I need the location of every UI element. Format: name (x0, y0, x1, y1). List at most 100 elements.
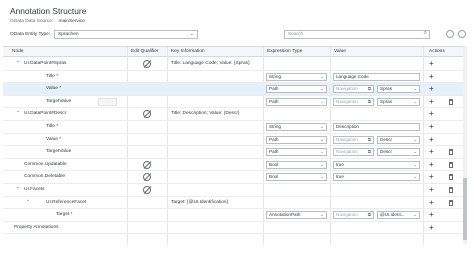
navigation-input[interactable]: Navigation ⧉ (333, 85, 374, 94)
expression-type-value: Path (269, 136, 279, 142)
navigation-input[interactable]: Navigation ⧉ (333, 148, 374, 157)
add-icon[interactable]: + (429, 198, 434, 207)
expression-type-select[interactable]: Path ⌄ (266, 97, 327, 106)
entity-type-label: OData Entity Type: (10, 32, 51, 37)
link-icon[interactable]: ⧉ (368, 99, 371, 105)
table-row[interactable]: ⌄ UI.DataPoint#Spras Title: Language Code;… (3, 58, 463, 71)
expression-type-select[interactable]: Bool ⌄ (266, 160, 327, 169)
navigation-input[interactable]: Navigation ⧉ (333, 211, 374, 220)
expression-type-select[interactable]: Path ⌄ (266, 135, 327, 144)
node-label: Title * (46, 73, 59, 79)
expression-type-select[interactable]: Path ⌄ (266, 85, 327, 94)
scrollbar-thumb[interactable] (463, 178, 467, 240)
add-icon[interactable]: + (429, 185, 434, 194)
edit-qualifier-icon[interactable] (143, 186, 151, 194)
value-text: Navigation (336, 98, 358, 104)
search-input[interactable]: Search ⌕ (284, 30, 430, 39)
navigation-input[interactable]: Navigation ⧉ (333, 135, 374, 144)
add-icon[interactable]: + (429, 72, 434, 81)
table-row[interactable]: Common.Deletable Bool ⌄ true ⌄ + (3, 171, 463, 184)
expand-arrow-icon[interactable]: ⌄ (16, 58, 20, 64)
table-row[interactable]: ⌄ UI.ReferenceFacet Target: {@UI.Identific… (3, 197, 463, 210)
value-input[interactable]: Description (333, 123, 420, 131)
edit-qualifier-icon[interactable] (143, 160, 151, 169)
link-icon[interactable]: ⧉ (368, 86, 371, 92)
add-icon[interactable]: + (429, 109, 434, 118)
table-row[interactable]: Title * String ⌄ Description + (3, 121, 463, 134)
expression-type-select[interactable]: Bool ⌄ (266, 173, 327, 182)
expand-arrow-icon[interactable]: ⌄ (26, 197, 30, 203)
collapse-all-icon[interactable] (458, 30, 466, 38)
property-select[interactable]: @UI.Ident... ⌄ (377, 211, 420, 220)
table-row[interactable]: Value * Path ⌄ Navigation ⧉ Spras ⌄ + (3, 83, 463, 96)
property-select[interactable]: Descr ⌄ (377, 148, 420, 157)
add-icon[interactable]: + (429, 147, 434, 156)
chevron-down-icon: ⌄ (413, 212, 417, 218)
link-icon[interactable]: ⧉ (368, 137, 371, 143)
chevron-down-icon: ⌄ (413, 161, 417, 167)
delete-icon[interactable] (449, 187, 453, 193)
add-icon[interactable]: + (429, 223, 434, 232)
link-icon[interactable]: ⧉ (368, 149, 371, 155)
value-input[interactable]: Language Code (333, 72, 420, 81)
node-label: UI.ReferenceFacet (46, 199, 87, 205)
navigation-input[interactable]: Navigation ⧉ (333, 97, 374, 106)
property-select[interactable]: Descr ⌄ (377, 135, 420, 144)
chevron-down-icon: ⌄ (320, 149, 324, 155)
add-icon[interactable]: + (429, 59, 434, 68)
edit-qualifier-icon[interactable] (143, 110, 151, 119)
table-row[interactable]: ⌄ UI.DataPoint#Descr Title: Description; V… (3, 108, 463, 121)
value-input[interactable]: true ⌄ (333, 173, 420, 182)
chevron-down-icon: ⌄ (320, 174, 324, 180)
table-scrollbar[interactable] (463, 46, 467, 244)
edit-qualifier-icon[interactable] (143, 173, 151, 182)
add-icon[interactable]: + (429, 135, 434, 144)
table-row[interactable]: Property Annotations + (3, 222, 463, 235)
property-value: Spras (380, 98, 393, 104)
delete-icon[interactable] (449, 98, 453, 105)
table-row[interactable]: TargetValue Path ⌄ Navigation ⧉ Spras ⌄ + (3, 96, 463, 109)
value-text: true (336, 161, 344, 167)
drag-tooltip: · · · · · (98, 98, 118, 106)
expand-arrow-icon[interactable]: ⌄ (16, 108, 20, 114)
delete-icon[interactable] (449, 149, 453, 156)
value-input[interactable]: true ⌄ (333, 160, 420, 169)
expression-type-select[interactable]: AnnotationPath ⌄ (266, 211, 327, 220)
table-row[interactable]: TargetValue Path ⌄ Navigation ⧉ Descr ⌄ + (3, 146, 463, 159)
edit-qualifier-icon[interactable] (143, 60, 151, 68)
node-label: TargetValue (46, 98, 72, 104)
link-icon[interactable]: ⧉ (368, 212, 371, 218)
chevron-down-icon: ⌄ (413, 86, 417, 92)
header-actions: Actions (429, 49, 445, 54)
expand-arrow-icon[interactable]: ⌄ (16, 184, 20, 190)
table-row[interactable]: Value * Path ⌄ Navigation ⧉ Descr ⌄ + (3, 134, 463, 147)
add-icon[interactable]: + (429, 172, 434, 181)
add-icon[interactable]: + (429, 160, 434, 169)
table-row[interactable]: Title * String ⌄ Language Code + (3, 71, 463, 84)
add-icon[interactable]: + (429, 97, 434, 106)
table-row[interactable]: ⌄ UI.Facets + (3, 184, 463, 197)
chevron-down-icon: ⌄ (413, 149, 417, 155)
property-value: Descr (380, 136, 392, 142)
delete-icon[interactable] (449, 199, 453, 206)
entity-type-select[interactable]: Sprachen ⌄ (54, 30, 198, 39)
delete-icon[interactable] (449, 161, 453, 168)
add-icon[interactable]: + (429, 210, 434, 219)
property-value: Spras (380, 86, 393, 92)
expression-type-select[interactable]: String ⌄ (266, 123, 327, 131)
add-icon[interactable]: + (429, 122, 434, 131)
table-row[interactable]: Target * AnnotationPath ⌄ Navigation ⧉ @UI.Id… (3, 209, 463, 222)
expression-type-select[interactable]: String ⌄ (266, 72, 327, 81)
chevron-down-icon: ⌄ (320, 73, 324, 79)
expand-all-icon[interactable] (446, 30, 454, 38)
table-row[interactable]: Common.Updatable Bool ⌄ true ⌄ + (3, 159, 463, 172)
expression-type-value: String (269, 73, 282, 79)
search-placeholder: Search (288, 32, 304, 37)
add-icon[interactable]: + (429, 84, 434, 93)
expression-type-select[interactable]: Path ⌄ (266, 148, 327, 157)
property-select[interactable]: Spras ⌄ (377, 97, 420, 106)
data-source-info: OData Data Source: mainService (10, 19, 85, 24)
property-value: @UI.Ident... (380, 212, 405, 218)
property-select[interactable]: Spras ⌄ (377, 85, 420, 94)
delete-icon[interactable] (449, 174, 453, 181)
